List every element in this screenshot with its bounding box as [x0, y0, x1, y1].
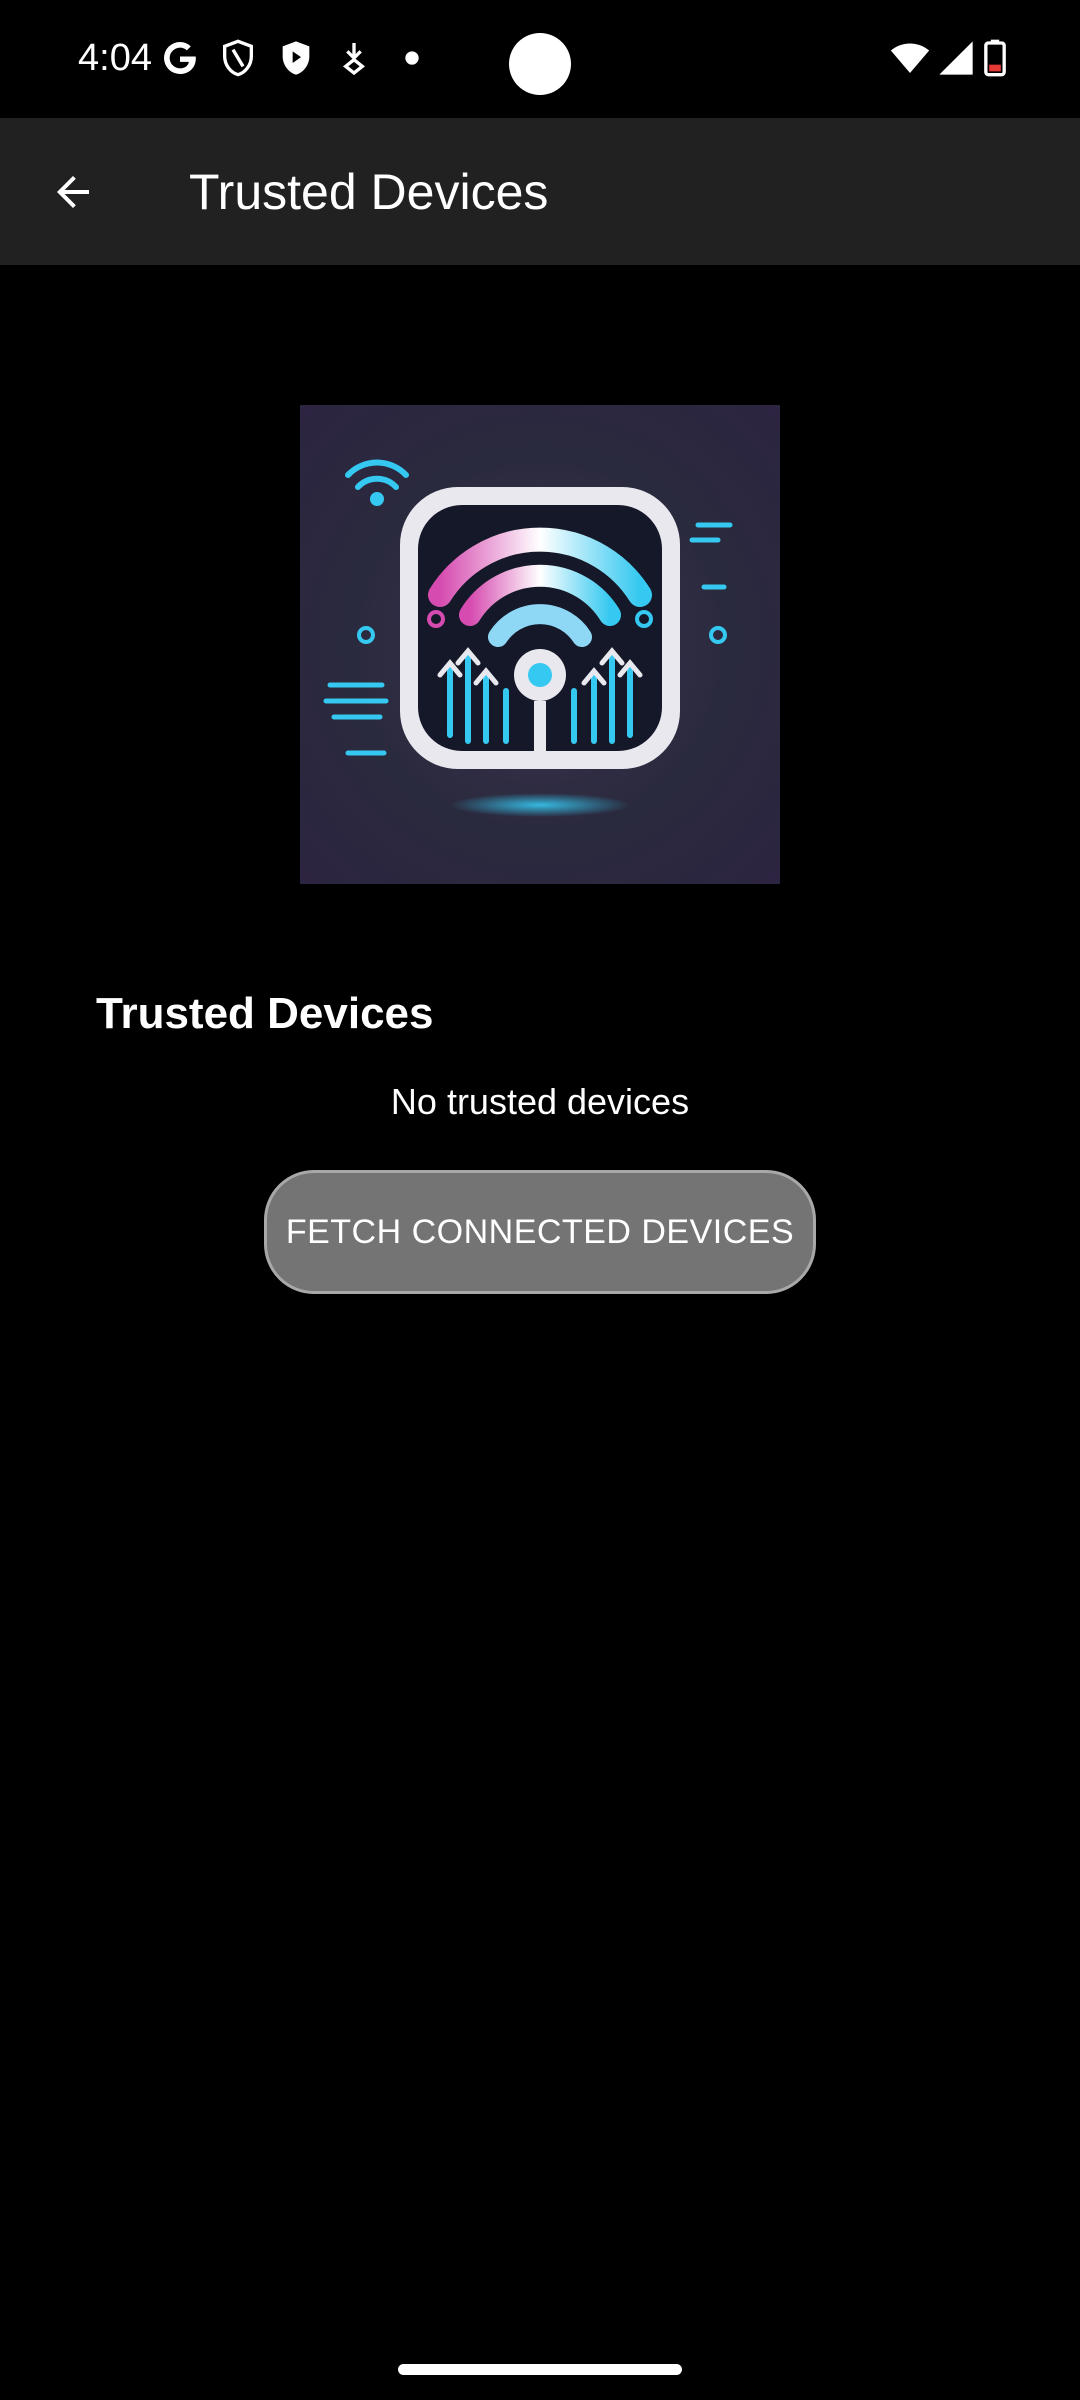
empty-state-message: No trusted devices	[390, 1081, 690, 1122]
page-title: Trusted Devices	[189, 164, 549, 220]
google-icon	[160, 38, 200, 78]
gesture-navigation-bar[interactable]	[398, 2364, 682, 2375]
app-bar: Trusted Devices	[0, 118, 1080, 265]
shield-outline-icon	[218, 38, 258, 78]
camera-cutout	[509, 33, 571, 95]
signal-icon	[936, 38, 976, 78]
battery-icon	[980, 38, 1010, 78]
shield-filled-icon	[276, 38, 316, 78]
back-button[interactable]	[36, 155, 110, 229]
app-logo-image	[300, 405, 780, 884]
section-title: Trusted Devices	[96, 989, 434, 1038]
small-wifi-icon	[345, 459, 409, 506]
status-time: 4:04	[78, 37, 152, 79]
download-icon	[334, 38, 374, 78]
fetch-connected-devices-button[interactable]: FETCH CONNECTED DEVICES	[264, 1170, 816, 1294]
status-bar: 4:04	[0, 0, 1080, 118]
dot-icon	[392, 38, 432, 78]
wifi-icon	[888, 38, 932, 78]
arrow-left-icon	[57, 176, 89, 208]
